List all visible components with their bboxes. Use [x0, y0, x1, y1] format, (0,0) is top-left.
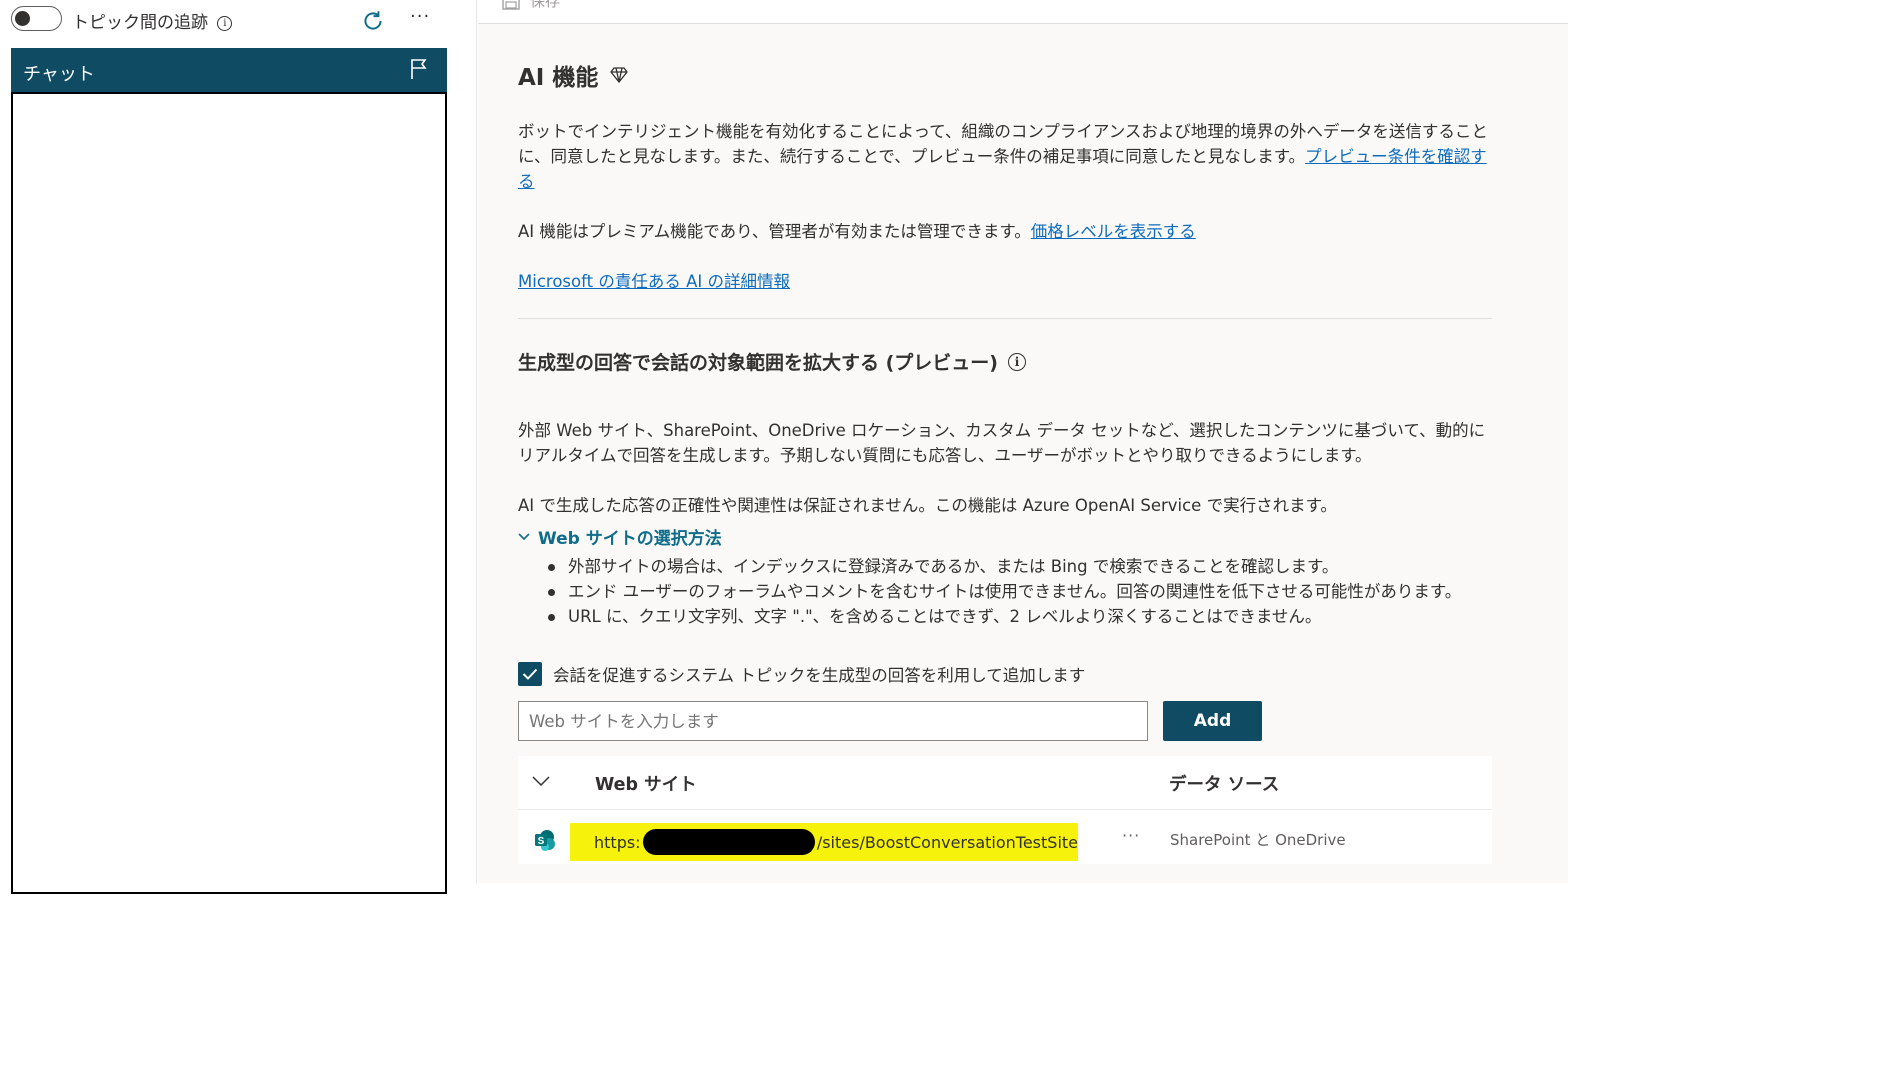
- checkbox-label: 会話を促進するシステム トピックを生成型の回答を利用して追加します: [553, 666, 1086, 685]
- table-header: Web サイト データ ソース: [518, 756, 1492, 810]
- topic-tracking-label-wrap: トピック間の追跡 i: [72, 8, 233, 33]
- list-item: 外部サイトの場合は、インデックスに登録済みであるか、または Bing で検索でき…: [544, 554, 1484, 579]
- list-item: URL に、クエリ文字列、文字 "."、を含めることはできず、2 レベルより深く…: [544, 604, 1484, 629]
- topic-tracking-label: トピック間の追跡: [72, 13, 208, 33]
- ai-title: AI 機能: [518, 65, 599, 91]
- pricing-link[interactable]: 価格レベルを表示する: [1031, 222, 1196, 241]
- more-options-icon[interactable]: ···: [410, 6, 430, 27]
- disclosure-label: Web サイトの選択方法: [538, 529, 722, 549]
- add-button[interactable]: Add: [1163, 701, 1262, 741]
- website-selection-disclosure[interactable]: Web サイトの選択方法: [518, 524, 722, 549]
- info-icon[interactable]: i: [217, 16, 233, 31]
- responsible-ai-link[interactable]: Microsoft の責任ある AI の詳細情報: [518, 272, 790, 291]
- divider: [518, 318, 1492, 319]
- chevron-down-icon[interactable]: [532, 776, 550, 787]
- list-item: エンド ユーザーのフォーラムやコメントを含むサイトは使用できません。回答の関連性…: [544, 579, 1484, 604]
- url-suffix: /sites/BoostConversationTestSite: [816, 832, 1078, 852]
- test-bot-panel: トピック間の追跡 i ··· チャット: [0, 0, 477, 894]
- websites-table: Web サイト データ ソース S https: /sites/BoostConv…: [518, 756, 1492, 864]
- generative-answers-heading: 生成型の回答で会話の対象範囲を拡大する (プレビュー) i: [518, 348, 1026, 375]
- ai-para1: ボットでインテリジェント機能を有効化することによって、組織のコンプライアンスおよ…: [518, 119, 1492, 194]
- generative-title: 生成型の回答で会話の対象範囲を拡大する (プレビュー): [518, 352, 998, 374]
- save-button[interactable]: 保存: [502, 0, 560, 11]
- table-row[interactable]: S https: /sites/BoostConversationTestSite…: [518, 810, 1492, 864]
- settings-panel: 保存 AI 機能 ボットでインテリジェント機能を有効化することによって、組織のコ…: [478, 0, 1568, 883]
- save-icon: [502, 0, 520, 10]
- toggle-knob: [15, 10, 30, 26]
- col-website[interactable]: Web サイト: [595, 771, 697, 796]
- chat-title: チャット: [23, 64, 95, 85]
- row-more-icon[interactable]: ···: [1122, 826, 1140, 845]
- flag-icon[interactable]: [409, 58, 429, 80]
- topic-tracking-toggle[interactable]: [11, 6, 62, 31]
- guidelines-list: 外部サイトの場合は、インデックスに登録済みであるか、または Bing で検索でき…: [544, 554, 1484, 629]
- refresh-icon[interactable]: [360, 8, 386, 34]
- generative-para1: 外部 Web サイト、SharePoint、OneDrive ロケーション、カス…: [518, 421, 1486, 465]
- command-bar: 保存: [478, 0, 1568, 24]
- ai-para2-text: AI 機能はプレミアム機能であり、管理者が有効または管理できます。: [518, 222, 1031, 241]
- svg-text:S: S: [538, 836, 545, 847]
- system-topics-checkbox[interactable]: [518, 662, 542, 686]
- chat-header: チャット: [11, 48, 447, 94]
- responsible-ai-wrap: Microsoft の責任ある AI の詳細情報: [518, 269, 1492, 294]
- chevron-down-icon: [518, 532, 530, 540]
- sharepoint-icon: S: [535, 830, 555, 851]
- redaction-mark: [642, 829, 815, 855]
- website-input[interactable]: [518, 701, 1148, 741]
- generative-para2: AI で生成した応答の正確性や関連性は保証されません。この機能は Azure O…: [518, 496, 1337, 515]
- save-label: 保存: [530, 0, 561, 10]
- info-icon[interactable]: i: [1007, 352, 1026, 371]
- premium-diamond-icon: [610, 67, 629, 83]
- checkmark-icon: [522, 668, 538, 680]
- website-url[interactable]: https: /sites/BoostConversationTestSite: [570, 823, 1078, 861]
- ai-para2: AI 機能はプレミアム機能であり、管理者が有効または管理できます。価格レベルを表…: [518, 219, 1492, 244]
- chat-transcript[interactable]: [11, 94, 447, 894]
- col-data-source[interactable]: データ ソース: [1169, 771, 1279, 796]
- data-source-cell: SharePoint と OneDrive: [1170, 831, 1346, 849]
- url-prefix: https:: [594, 832, 641, 852]
- ai-capabilities-heading: AI 機能: [518, 58, 629, 92]
